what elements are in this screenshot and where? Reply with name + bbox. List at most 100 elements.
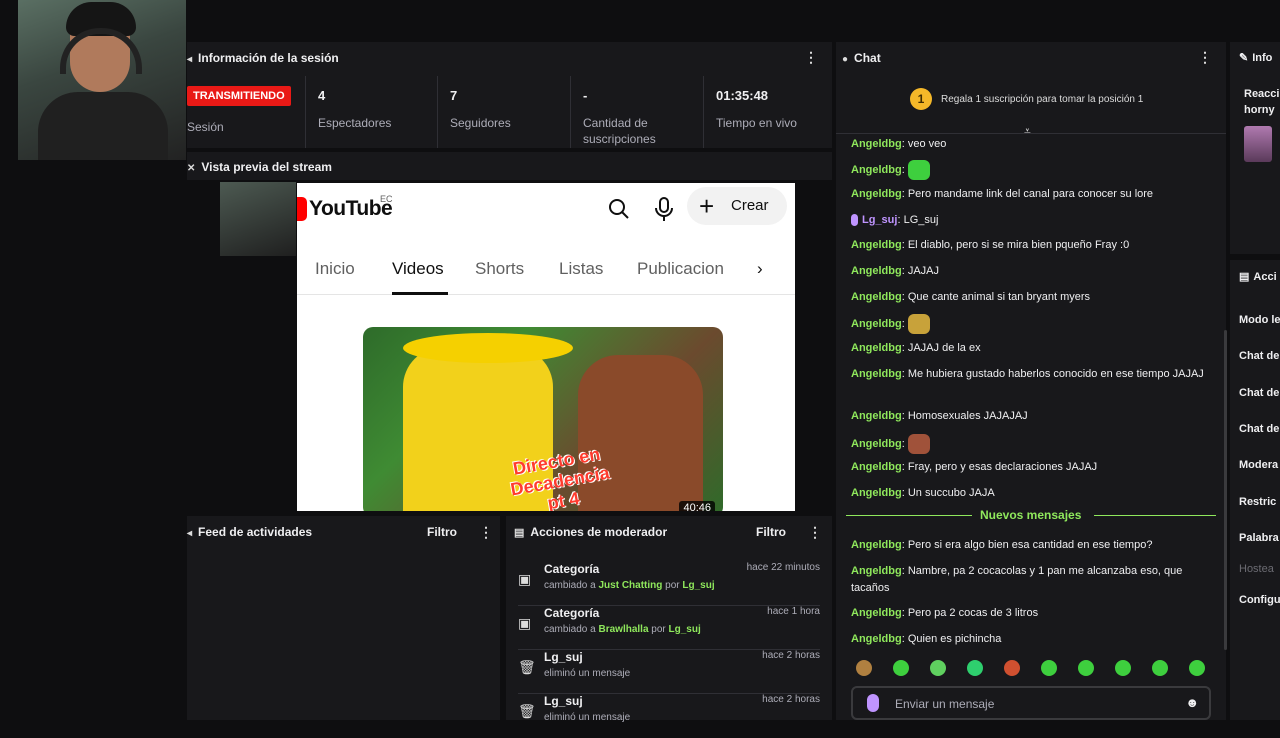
- chat-more-button[interactable]: ⋮: [1198, 50, 1212, 64]
- chat-username[interactable]: Angeldbg: [851, 487, 902, 499]
- action-item[interactable]: Configu: [1239, 594, 1280, 606]
- mod-action-time: hace 2 horas: [762, 694, 820, 705]
- chat-username[interactable]: Angeldbg: [851, 461, 902, 473]
- mod-action-row[interactable]: ▣ Categoría cambiado a Just Chatting por…: [518, 562, 820, 606]
- chevron-right-icon[interactable]: ›: [757, 259, 763, 279]
- chat-username[interactable]: Angeldbg: [851, 164, 902, 176]
- chat-message[interactable]: Angeldbg: Homosexuales JAJAJAJ: [851, 408, 1211, 425]
- stat-live-time[interactable]: 01:35:48 Tiempo en vivo: [703, 76, 832, 148]
- tab-videos[interactable]: Videos: [392, 259, 444, 279]
- stat-followers[interactable]: 7 Seguidores: [437, 76, 569, 148]
- emote-icon: [907, 160, 930, 180]
- chat-username[interactable]: Angeldbg: [851, 239, 902, 251]
- chat-username[interactable]: Angeldbg: [851, 438, 902, 450]
- video-thumbnail[interactable]: Directo en Decadencia pt 4 40:46: [363, 327, 723, 511]
- emote-icon[interactable]: [930, 660, 946, 676]
- action-item[interactable]: Restric: [1239, 496, 1276, 508]
- chat-text: Quien es pichincha: [907, 633, 1002, 645]
- mod-filter-button[interactable]: Filtro: [756, 525, 786, 539]
- tab-listas[interactable]: Listas: [559, 259, 603, 279]
- sub-gift-leaderboard[interactable]: 1 Regala 1 suscripción para tomar la pos…: [836, 80, 1226, 138]
- chat-message[interactable]: Angeldbg: Que cante animal si tan bryant…: [851, 289, 1211, 306]
- action-item[interactable]: Hostea: [1239, 563, 1274, 575]
- feed-more-button[interactable]: ⋮: [479, 525, 493, 539]
- chat-message[interactable]: Angeldbg:: [851, 160, 1211, 180]
- action-item[interactable]: Palabra: [1239, 532, 1279, 544]
- chat-message[interactable]: Angeldbg: Un succubo JAJA: [851, 485, 1211, 502]
- emote-icon[interactable]: [1078, 660, 1094, 676]
- emoji-icon[interactable]: ☻: [1185, 695, 1199, 710]
- microphone-icon[interactable]: [653, 196, 675, 222]
- emote-icon[interactable]: [1189, 660, 1205, 676]
- create-button[interactable]: + Crear: [687, 187, 787, 225]
- chat-username[interactable]: Angeldbg: [851, 265, 902, 277]
- chat-username[interactable]: Angeldbg: [851, 291, 902, 303]
- category-link[interactable]: Just Chatting: [598, 580, 662, 591]
- chat-username[interactable]: Angeldbg: [851, 539, 902, 551]
- emote-icon[interactable]: [1115, 660, 1131, 676]
- chat-title: ● Chat: [842, 51, 881, 65]
- badge-icon: [851, 214, 858, 227]
- chat-message[interactable]: Angeldbg:: [851, 434, 1211, 454]
- user-link[interactable]: Lg_suj: [682, 580, 714, 591]
- chat-username[interactable]: Angeldbg: [851, 188, 902, 200]
- category-link[interactable]: Brawlhalla: [598, 624, 648, 635]
- chat-message[interactable]: Angeldbg:: [851, 314, 1211, 334]
- mod-action-row[interactable]: 🗑 Lg_suj eliminó un mensaje hace 2 horas: [518, 694, 820, 738]
- chat-username[interactable]: Angeldbg: [851, 410, 902, 422]
- chat-username[interactable]: Angeldbg: [851, 633, 902, 645]
- chat-message[interactable]: Angeldbg: Fray, pero y esas declaracione…: [851, 459, 1211, 476]
- chat-input[interactable]: Enviar un mensaje ☻: [851, 686, 1211, 720]
- tab-publicacion[interactable]: Publicacion: [637, 259, 724, 279]
- chat-message[interactable]: Angeldbg: JAJAJ: [851, 263, 1211, 280]
- chat-username[interactable]: Angeldbg: [851, 138, 902, 150]
- action-item[interactable]: Chat de: [1239, 350, 1279, 362]
- mod-more-button[interactable]: ⋮: [808, 525, 822, 539]
- user-link[interactable]: Lg_suj: [669, 624, 701, 635]
- chat-scrollbar[interactable]: [1224, 330, 1227, 650]
- chat-message[interactable]: Angeldbg: JAJAJ de la ex: [851, 340, 1211, 357]
- emote-icon[interactable]: [1152, 660, 1168, 676]
- chat-message[interactable]: Angeldbg: Pero mandame link del canal pa…: [851, 186, 1211, 203]
- emote-icon[interactable]: [856, 660, 872, 676]
- emote-icon[interactable]: [1041, 660, 1057, 676]
- chat-username[interactable]: Angeldbg: [851, 318, 902, 330]
- chat-message[interactable]: Angeldbg: Pero si era algo bien esa cant…: [851, 537, 1211, 554]
- tab-shorts[interactable]: Shorts: [475, 259, 524, 279]
- reaction-thumbnail[interactable]: [1244, 126, 1272, 162]
- youtube-logo[interactable]: YouTube: [297, 197, 393, 222]
- chat-message[interactable]: Angeldbg: Nambre, pa 2 cocacolas y 1 pan…: [851, 563, 1211, 597]
- chat-message[interactable]: Angeldbg: Me hubiera gustado haberlos co…: [851, 366, 1211, 383]
- stat-value: 7: [450, 88, 458, 103]
- mod-action-row[interactable]: ▣ Categoría cambiado a Brawlhalla por Lg…: [518, 606, 820, 650]
- stat-viewers[interactable]: 4 Espectadores: [305, 76, 437, 148]
- microphone-icon[interactable]: [867, 694, 879, 712]
- stat-subscriptions[interactable]: - Cantidad de suscripciones: [570, 76, 703, 148]
- chat-message[interactable]: Lg_suj: LG_suj: [851, 212, 1211, 229]
- action-item[interactable]: Chat de: [1239, 387, 1279, 399]
- feed-filter-button[interactable]: Filtro: [427, 525, 457, 539]
- chat-message[interactable]: Angeldbg: Quien es pichincha: [851, 631, 1211, 648]
- emote-icon[interactable]: [967, 660, 983, 676]
- chat-username[interactable]: Angeldbg: [851, 368, 902, 380]
- action-item[interactable]: Modera: [1239, 459, 1278, 471]
- emote-icon[interactable]: [893, 660, 909, 676]
- chat-username[interactable]: Angeldbg: [851, 565, 902, 577]
- chat-message[interactable]: Angeldbg: El diablo, pero si se mira bie…: [851, 237, 1211, 254]
- action-item[interactable]: Modo le: [1239, 314, 1280, 326]
- chat-message[interactable]: Angeldbg: veo veo: [851, 136, 1211, 153]
- chat-username[interactable]: Angeldbg: [851, 607, 902, 619]
- mod-action-title: Categoría: [544, 606, 600, 620]
- tab-inicio[interactable]: Inicio: [315, 259, 355, 279]
- chat-message[interactable]: Angeldbg: Pero pa 2 cocas de 3 litros: [851, 605, 1211, 622]
- mod-action-row[interactable]: 🗑 Lg_suj eliminó un mensaje hace 2 horas: [518, 650, 820, 694]
- emote-icon[interactable]: [1004, 660, 1020, 676]
- chat-username[interactable]: Angeldbg: [851, 342, 902, 354]
- gift-rank-badge: 1: [910, 88, 932, 110]
- search-icon[interactable]: [607, 197, 631, 221]
- close-icon[interactable]: ✕: [187, 163, 195, 174]
- session-more-button[interactable]: ⋮: [804, 50, 818, 64]
- action-item[interactable]: Chat de: [1239, 423, 1279, 435]
- mod-action-time: hace 1 hora: [767, 606, 820, 617]
- chat-username[interactable]: Lg_suj: [862, 214, 897, 226]
